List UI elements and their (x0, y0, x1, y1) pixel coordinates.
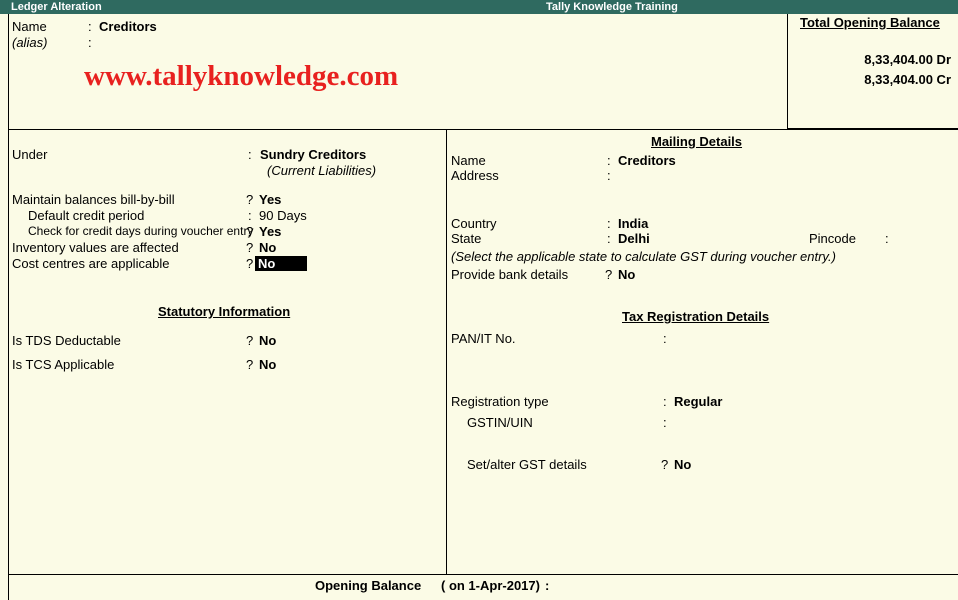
gst-details-field[interactable]: No (674, 457, 691, 472)
under-parent-group: (Current Liabilities) (267, 163, 377, 178)
title-bar: Ledger Alteration Tally Knowledge Traini… (0, 0, 958, 14)
question-mark: ? (246, 240, 254, 255)
divider (8, 14, 9, 600)
pincode-label: Pincode (809, 231, 856, 246)
total-opening-balance-box: Total Opening Balance 8,33,404.00 Dr 8,3… (787, 14, 958, 129)
question-mark: ? (246, 192, 254, 207)
opening-balance-field[interactable] (556, 578, 756, 593)
screen-title: Ledger Alteration (11, 1, 102, 13)
registration-type-field[interactable]: Regular (674, 394, 722, 409)
colon: : (885, 231, 889, 246)
credit-days-field[interactable]: Yes (259, 224, 281, 239)
state-field[interactable]: Delhi (618, 231, 650, 246)
country-field[interactable]: India (618, 216, 648, 231)
colon: : (545, 578, 550, 593)
cost-centres-label: Cost centres are applicable (12, 256, 170, 271)
balance-dr: 8,33,404.00 Dr (864, 52, 951, 67)
mailing-name-label: Name (451, 153, 486, 168)
country-label: Country (451, 216, 497, 231)
divider (8, 129, 958, 130)
colon: : (607, 168, 611, 183)
address-field[interactable] (618, 168, 918, 183)
inventory-label: Inventory values are affected (12, 240, 179, 255)
tds-field[interactable]: No (259, 333, 276, 348)
under-group-field[interactable]: Sundry Creditors (260, 147, 366, 162)
question-mark: ? (246, 357, 254, 372)
colon: : (663, 331, 667, 346)
balance-box-title: Total Opening Balance (800, 15, 940, 30)
gstin-field[interactable] (674, 415, 874, 430)
tax-registration-title: Tax Registration Details (622, 309, 770, 324)
colon: : (248, 208, 252, 223)
question-mark: ? (246, 256, 254, 271)
tcs-field[interactable]: No (259, 357, 276, 372)
mailing-name-field[interactable]: Creditors (618, 153, 676, 168)
bank-details-field[interactable]: No (618, 267, 635, 282)
statutory-info-title: Statutory Information (158, 304, 291, 319)
credit-days-label: Check for credit days during voucher ent… (28, 224, 254, 238)
gstin-label: GSTIN/UIN (467, 415, 533, 430)
ledger-name-field[interactable]: Creditors (99, 19, 157, 34)
gst-details-label: Set/alter GST details (467, 457, 587, 472)
company-title: Tally Knowledge Training (546, 1, 678, 13)
question-mark: ? (661, 457, 669, 472)
tds-label: Is TDS Deductable (12, 333, 121, 348)
bill-by-bill-label: Maintain balances bill-by-bill (12, 192, 175, 207)
opening-balance-label: Opening Balance (315, 578, 422, 593)
colon: : (248, 147, 252, 162)
question-mark: ? (246, 224, 254, 239)
under-label: Under (12, 147, 48, 162)
colon: : (663, 394, 667, 409)
colon: : (88, 35, 92, 50)
question-mark: ? (605, 267, 613, 282)
colon: : (607, 153, 611, 168)
colon: : (88, 19, 92, 34)
registration-type-label: Registration type (451, 394, 549, 409)
address-label: Address (451, 168, 499, 183)
mailing-details-title: Mailing Details (651, 134, 743, 149)
colon: : (663, 415, 667, 430)
colon: : (607, 231, 611, 246)
gst-state-note: (Select the applicable state to calculat… (451, 249, 836, 264)
cost-centres-field[interactable]: No (255, 256, 308, 271)
alias-field[interactable] (99, 35, 299, 50)
divider (8, 574, 958, 575)
alias-label: (alias) (12, 35, 48, 50)
name-label: Name (12, 19, 47, 34)
opening-balance-date: ( on 1-Apr-2017) (441, 578, 540, 593)
pincode-field[interactable] (895, 231, 950, 246)
watermark-logo: www.tallyknowledge.com (84, 60, 399, 92)
state-label: State (451, 231, 482, 246)
tcs-label: Is TCS Applicable (12, 357, 115, 372)
credit-period-field[interactable]: 90 Days (259, 208, 307, 223)
inventory-field[interactable]: No (259, 240, 276, 255)
divider (446, 129, 447, 574)
credit-period-label: Default credit period (28, 208, 145, 223)
bill-by-bill-field[interactable]: Yes (259, 192, 281, 207)
bank-details-label: Provide bank details (451, 267, 569, 282)
pan-field[interactable] (674, 331, 874, 346)
colon: : (607, 216, 611, 231)
question-mark: ? (246, 333, 254, 348)
pan-label: PAN/IT No. (451, 331, 516, 346)
balance-cr: 8,33,404.00 Cr (864, 72, 951, 87)
